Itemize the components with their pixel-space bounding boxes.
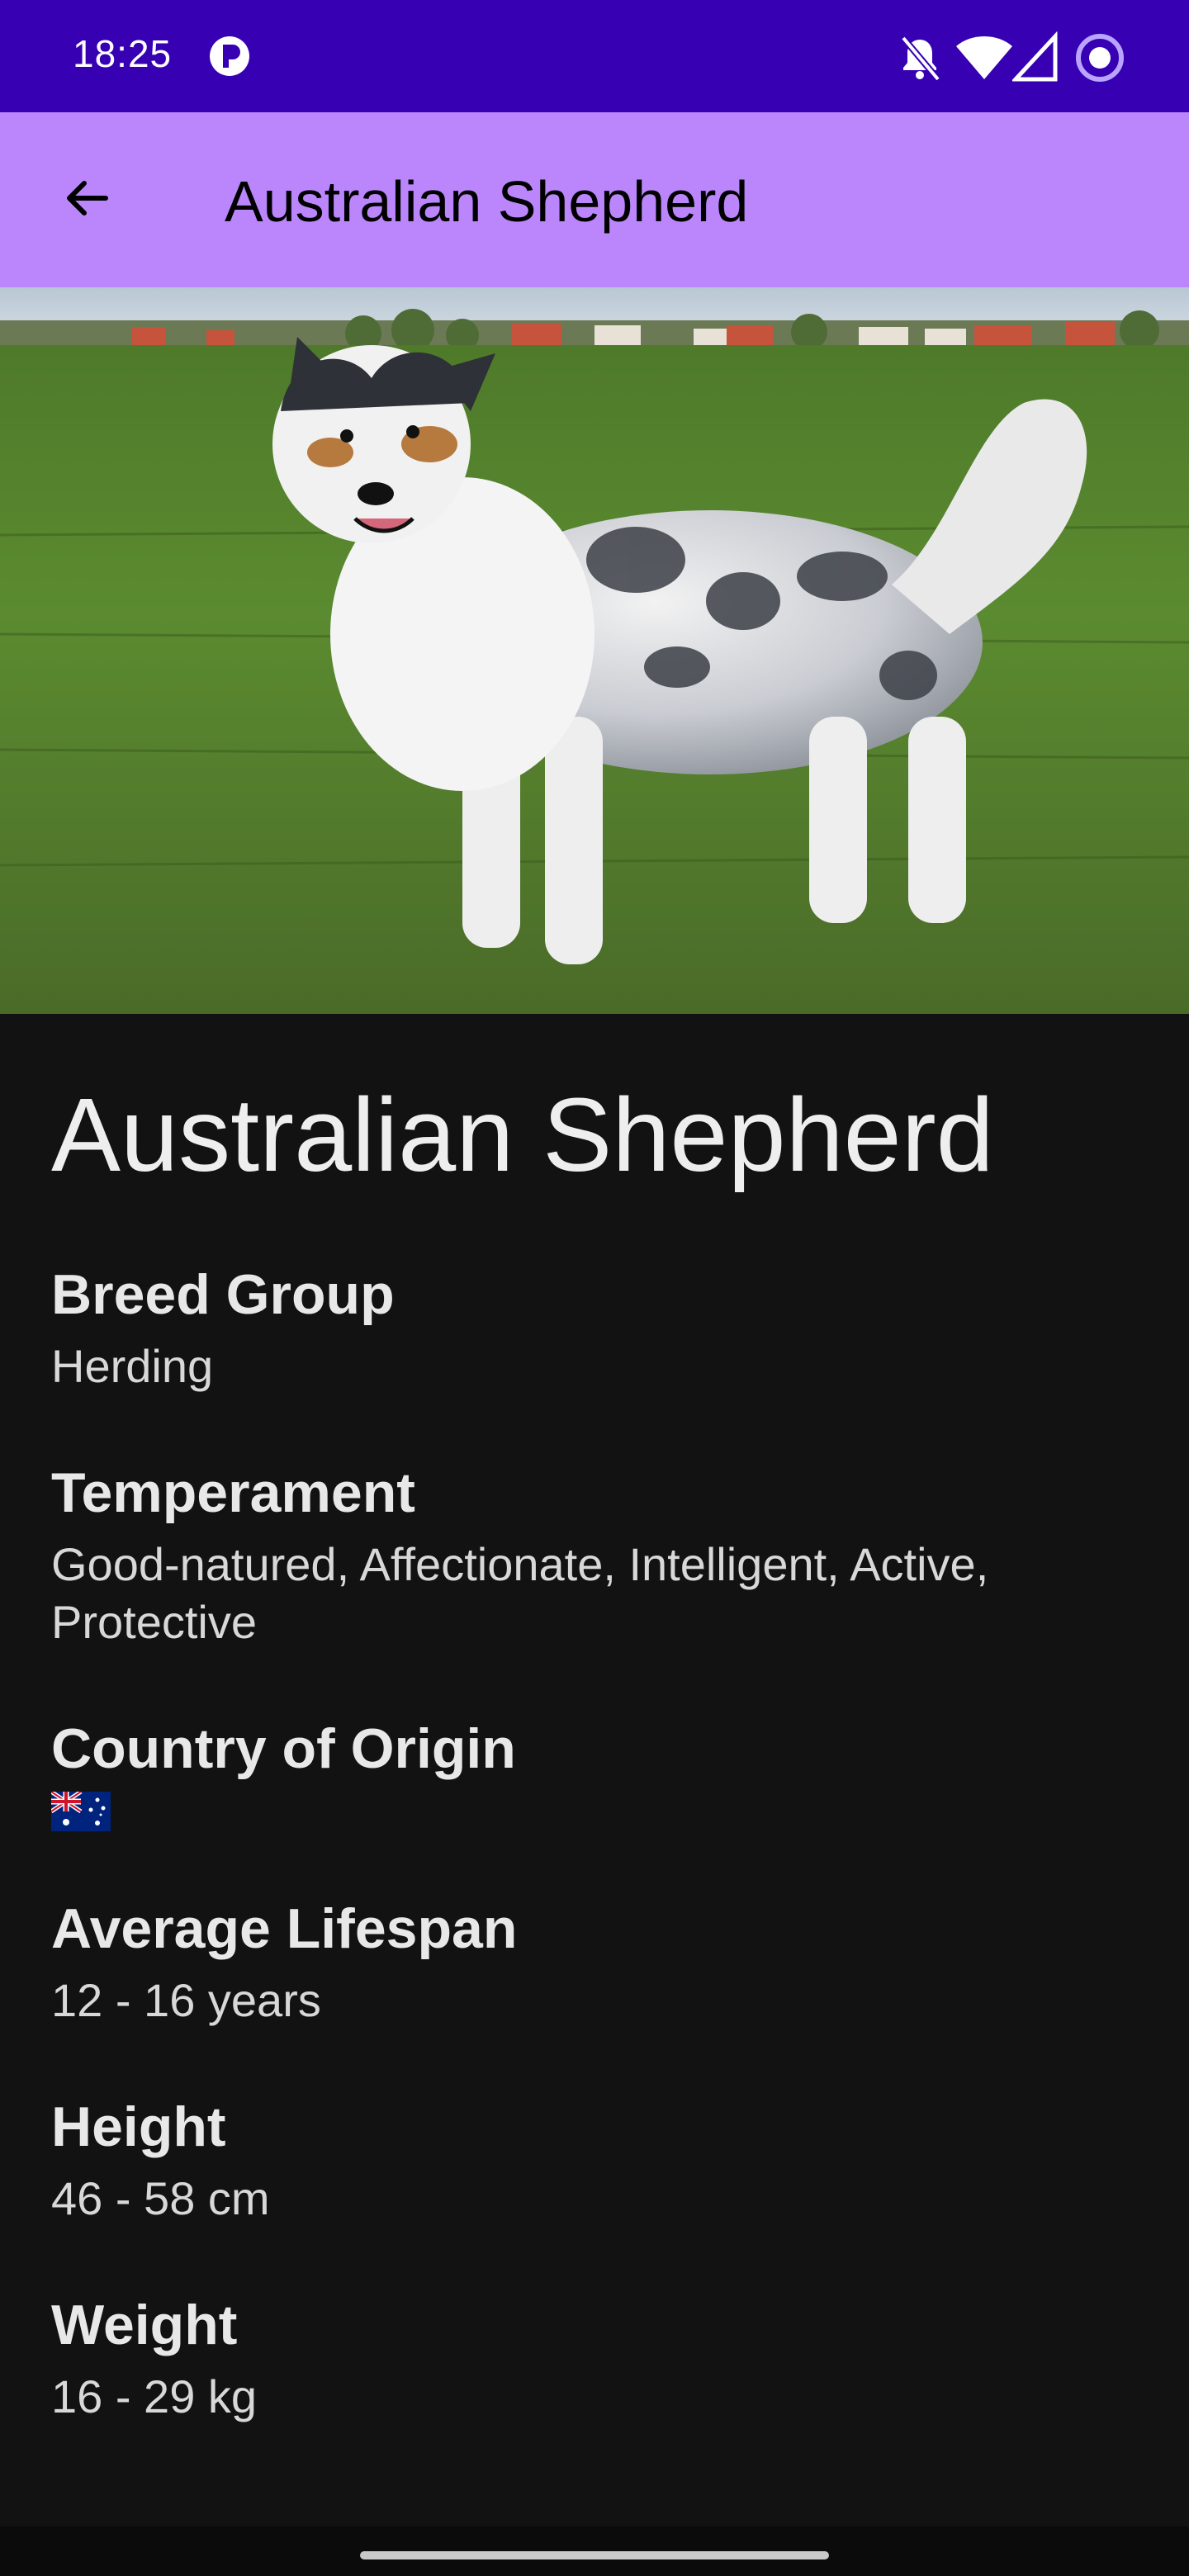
section-value: Herding — [51, 1340, 214, 1392]
section-breed-group: Breed Group Herding — [51, 1262, 1141, 1395]
section-average-lifespan: Average Lifespan 12 - 16 years — [51, 1896, 1141, 2029]
app-bar-title: Australian Shepherd — [225, 169, 749, 234]
section-value: 46 - 58 cm — [51, 2172, 270, 2224]
gesture-nav-bar — [0, 2526, 1189, 2576]
section-weight: Weight 16 - 29 kg — [51, 2292, 1141, 2426]
section-value: 12 - 16 years — [51, 1974, 321, 2026]
section-value: Good-natured, Affectionate, Intelligent,… — [51, 1538, 989, 1648]
section-label: Temperament — [51, 1461, 415, 1524]
status-bar: 18:25 — [0, 0, 1189, 112]
section-label: Weight — [51, 2294, 238, 2356]
dog-photo — [0, 287, 1189, 1014]
section-label: Height — [51, 2095, 226, 2158]
wifi-icon — [956, 36, 1012, 79]
breed-name: Australian Shepherd — [51, 1077, 994, 1193]
arrow-back-icon — [67, 181, 108, 215]
screen-record-icon — [1076, 34, 1124, 82]
breed-details: Australian Shepherd Breed Group Herding … — [51, 1073, 1141, 2490]
section-label: Breed Group — [51, 1263, 395, 1326]
back-button[interactable] — [46, 160, 126, 239]
breed-hero-image — [0, 287, 1189, 1014]
signal-icon — [1012, 31, 1058, 82]
app-notification-icon — [210, 36, 249, 76]
section-temperament: Temperament Good-natured, Affectionate, … — [51, 1460, 1141, 1651]
notifications-off-icon — [900, 36, 941, 82]
section-label: Average Lifespan — [51, 1897, 518, 1960]
app-bar: Australian Shepherd — [0, 112, 1189, 287]
section-country-of-origin: Country of Origin — [51, 1716, 1141, 1831]
status-time: 18:25 — [73, 32, 173, 75]
section-height: Height 46 - 58 cm — [51, 2094, 1141, 2228]
home-handle[interactable] — [360, 2551, 829, 2559]
section-label: Country of Origin — [51, 1717, 516, 1780]
australia-flag-icon — [51, 1792, 111, 1831]
section-value: 16 - 29 kg — [51, 2370, 258, 2422]
